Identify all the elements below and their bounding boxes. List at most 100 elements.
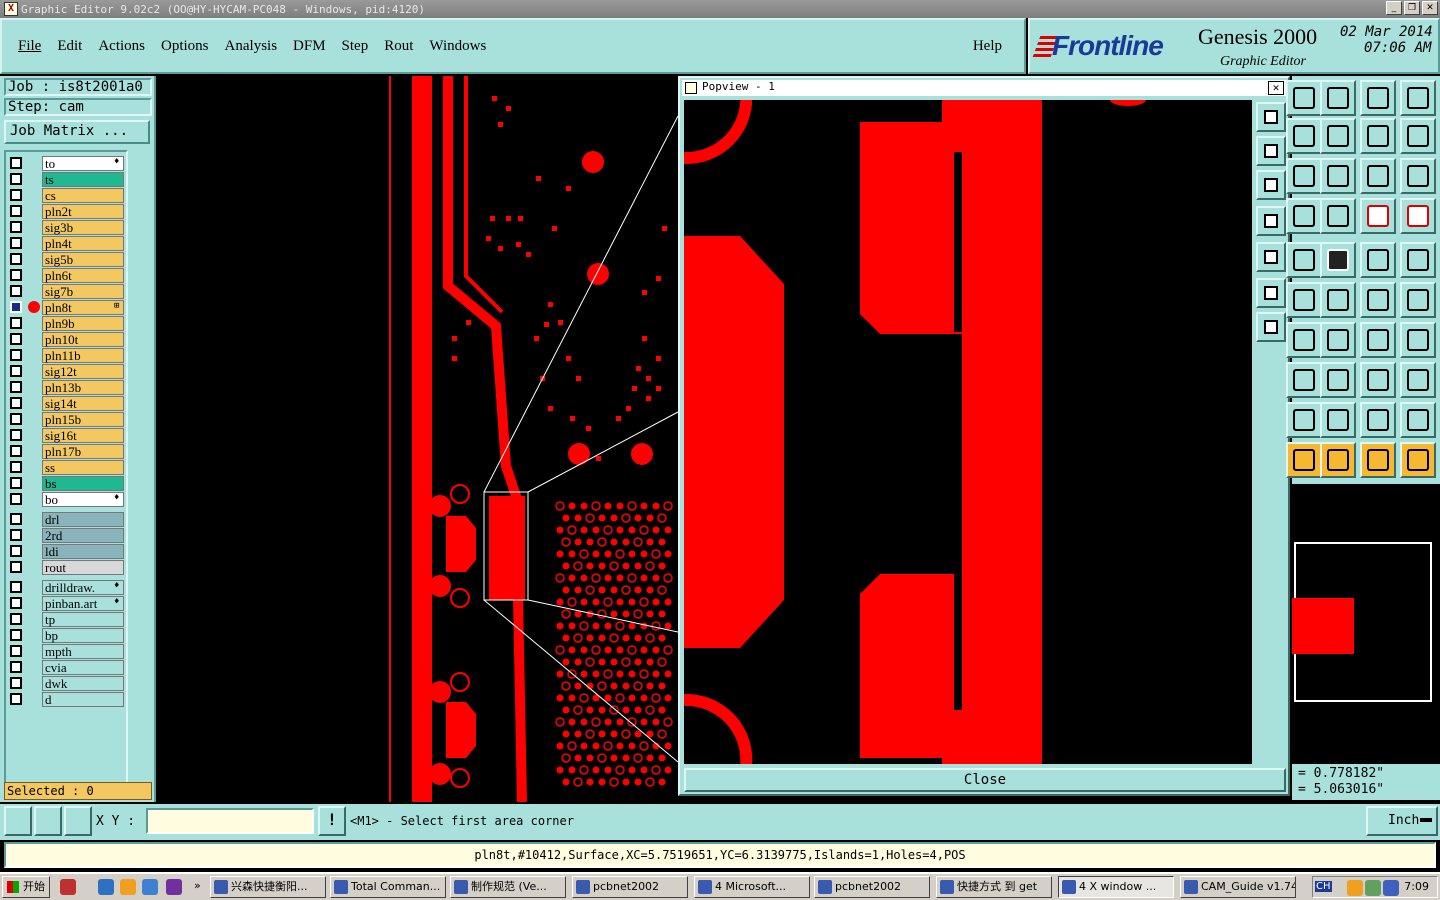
taskbar-item[interactable]: CAM_Guide v1.74 <box>1180 876 1296 898</box>
popview-canvas[interactable] <box>684 100 1252 764</box>
circle-tool-icon[interactable] <box>1400 242 1436 278</box>
route-tool-icon[interactable] <box>1400 118 1436 154</box>
layer-checkbox[interactable] <box>10 189 22 201</box>
layer-name[interactable]: pln13b <box>42 380 124 395</box>
layer-name[interactable]: ldi <box>42 544 124 559</box>
measure-tool-icon[interactable] <box>1360 282 1396 318</box>
layer-checkbox[interactable] <box>10 413 22 425</box>
help-tool-icon[interactable] <box>1400 158 1436 194</box>
menu-analysis[interactable]: Analysis <box>225 38 278 55</box>
layer-checkbox[interactable] <box>10 513 22 525</box>
layer-name[interactable]: pln9b <box>42 316 124 331</box>
layer-row-bs[interactable]: bs <box>8 476 126 491</box>
layer-row-pln15b[interactable]: pln15b <box>8 412 126 427</box>
close-window-button[interactable]: ✕ <box>1422 1 1438 15</box>
layer-name[interactable]: pln6t <box>42 268 124 283</box>
layer-checkbox[interactable] <box>10 477 22 489</box>
snap-tool-icon[interactable] <box>1360 80 1396 116</box>
surface-tool-icon[interactable] <box>1286 242 1322 278</box>
move-tool-icon[interactable] <box>1320 80 1356 116</box>
tray-monitor-icon[interactable] <box>1383 880 1399 896</box>
layer-checkbox[interactable] <box>10 301 22 313</box>
layer-name[interactable]: sig16t <box>42 428 124 443</box>
layer-row-sig14t[interactable]: sig14t <box>8 396 126 411</box>
layer-checkbox[interactable] <box>10 581 22 593</box>
layer-checkbox[interactable] <box>10 493 22 505</box>
layer-name[interactable]: cvia <box>42 660 124 675</box>
layer-row-drilldraw[interactable]: drilldraw. ♦ <box>8 580 126 595</box>
start-button[interactable]: 开始 <box>2 876 50 898</box>
line-h-tool-icon[interactable] <box>1320 362 1356 398</box>
layer-row-bo[interactable]: bo ♦ <box>8 492 126 507</box>
menu-rout[interactable]: Rout <box>384 38 413 55</box>
layer-row-pln4t[interactable]: pln4t <box>8 236 126 251</box>
layer-row-pln13b[interactable]: pln13b <box>8 380 126 395</box>
layer-name[interactable]: pln11b <box>42 348 124 363</box>
layer-row-sig7b[interactable]: sig7b <box>8 284 126 299</box>
layer-name[interactable]: pln8t <box>42 300 124 315</box>
layer-name[interactable]: pln4t <box>42 236 124 251</box>
overview-map[interactable] <box>1292 484 1440 762</box>
zoom-box-tool-icon[interactable] <box>1360 118 1396 154</box>
layer-checkbox[interactable] <box>10 205 22 217</box>
layer-checkbox[interactable] <box>10 429 22 441</box>
menu-actions[interactable]: Actions <box>98 38 145 55</box>
layer-row-rout[interactable]: rout <box>8 560 126 575</box>
layer-name[interactable]: 2rd <box>42 528 124 543</box>
layer-name[interactable]: tp <box>42 612 124 627</box>
arc-5-tool-icon[interactable] <box>1400 402 1436 438</box>
layer-row-2rd[interactable]: 2rd <box>8 528 126 543</box>
taskbar-item[interactable]: 4 X window ... <box>1058 876 1174 898</box>
layer-name[interactable]: pinban.art <box>42 596 124 611</box>
menu-file[interactable]: File <box>18 38 41 55</box>
language-indicator[interactable]: CH <box>1315 881 1332 892</box>
layer-row-sig16t[interactable]: sig16t <box>8 428 126 443</box>
net-graph-tool-icon[interactable] <box>1320 242 1356 278</box>
grid-icon[interactable] <box>64 806 92 836</box>
layer-row-sig12t[interactable]: sig12t <box>8 364 126 379</box>
arc-3-tool-icon[interactable] <box>1320 402 1356 438</box>
group-tool-icon[interactable] <box>1400 362 1436 398</box>
copy-tool-icon[interactable] <box>1286 118 1322 154</box>
center-tool-icon[interactable] <box>1320 158 1356 194</box>
zoom-in-icon[interactable] <box>1256 278 1286 308</box>
layer-name[interactable]: bp <box>42 628 124 643</box>
menu-windows[interactable]: Windows <box>429 38 486 55</box>
layer-row-pln11b[interactable]: pln11b <box>8 348 126 363</box>
menu-step[interactable]: Step <box>342 38 369 55</box>
layer-row-to[interactable]: to ♦ <box>8 156 126 171</box>
layer-name[interactable]: pln2t <box>42 204 124 219</box>
arc-2-tool-icon[interactable] <box>1286 402 1322 438</box>
drill-tool-icon[interactable] <box>1286 198 1322 234</box>
layer-name[interactable]: mpth <box>42 644 124 659</box>
layer-row-tp[interactable]: tp <box>8 612 126 627</box>
taskbar-item[interactable]: 兴森快捷衡阳... <box>210 876 326 898</box>
layer-name[interactable]: bo <box>42 492 124 507</box>
layer-row-pinbanart[interactable]: pinban.art ♦ <box>8 596 126 611</box>
pad-tool-icon[interactable] <box>1320 198 1356 234</box>
layer-row-ts[interactable]: ts <box>8 172 126 187</box>
pad-bbox-tool-icon[interactable] <box>1360 362 1396 398</box>
layer-row-d[interactable]: d <box>8 692 126 707</box>
layer-row-pln10t[interactable]: pln10t <box>8 332 126 347</box>
layer-row-pln9b[interactable]: pln9b <box>8 316 126 331</box>
layer-name[interactable]: pln10t <box>42 332 124 347</box>
units-selector[interactable]: Inch <box>1366 806 1438 836</box>
layer-name[interactable]: sig12t <box>42 364 124 379</box>
xy-input[interactable] <box>146 808 314 834</box>
layer-checkbox[interactable] <box>10 661 22 673</box>
more-chevron[interactable]: » <box>194 879 201 892</box>
layer-checkbox[interactable] <box>10 461 22 473</box>
layer-checkbox[interactable] <box>10 253 22 265</box>
layer-checkbox[interactable] <box>10 381 22 393</box>
minimize-button[interactable]: _ <box>1386 1 1402 15</box>
layer-checkbox[interactable] <box>10 285 22 297</box>
text-tool-icon[interactable] <box>1400 322 1436 358</box>
zoom-out-icon[interactable] <box>1256 312 1286 342</box>
menu-options[interactable]: Options <box>161 38 209 55</box>
graphics-canvas[interactable] <box>156 76 678 802</box>
layer-name[interactable]: d <box>42 692 124 707</box>
layers-tool-icon[interactable] <box>1286 80 1322 116</box>
layer-name[interactable]: bs <box>42 476 124 491</box>
arc-tool-icon[interactable] <box>1360 322 1396 358</box>
